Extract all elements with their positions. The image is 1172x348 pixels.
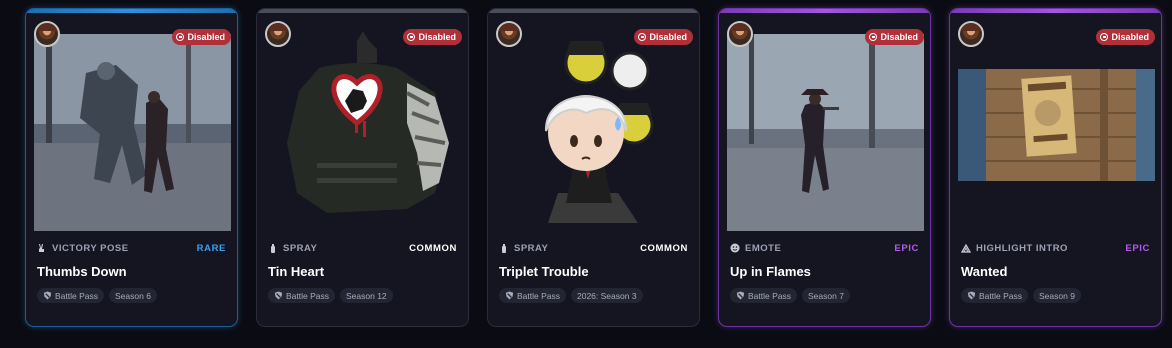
hero-avatar <box>34 21 60 47</box>
cosmetic-card[interactable]: Disabled SPRAY COMMON Tin Heart Battle P… <box>256 8 469 327</box>
item-preview <box>950 13 1161 231</box>
spray-can-icon <box>271 244 275 253</box>
shield-icon <box>967 291 976 300</box>
status-label: Disabled <box>880 32 918 42</box>
tag-season: Season 12 <box>340 288 393 303</box>
shield-icon <box>43 291 52 300</box>
card-info: SPRAY COMMON Tin Heart Battle Pass Seaso… <box>257 231 468 326</box>
card-info: EMOTE EPIC Up in Flames Battle Pass Seas… <box>719 231 930 326</box>
tag-battle-pass: Battle Pass <box>37 288 104 303</box>
highlight-intro-icon <box>961 243 971 253</box>
rarity-label: COMMON <box>409 242 457 254</box>
disabled-icon <box>869 33 878 41</box>
item-name: Wanted <box>961 264 1008 279</box>
hero-avatar <box>958 21 984 47</box>
item-type: VICTORY POSE <box>52 242 129 254</box>
status-label: Disabled <box>1111 32 1149 42</box>
status-badge: Disabled <box>1096 29 1155 45</box>
tag-season: 2026: Season 3 <box>571 288 643 303</box>
tag-season: Season 6 <box>109 288 157 303</box>
card-info: HIGHLIGHT INTRO EPIC Wanted Battle Pass … <box>950 231 1161 326</box>
item-type: EMOTE <box>745 242 782 254</box>
tag-battle-pass: Battle Pass <box>499 288 566 303</box>
hero-avatar <box>265 21 291 47</box>
item-type: HIGHLIGHT INTRO <box>976 242 1068 254</box>
shield-icon <box>274 291 283 300</box>
rarity-label: RARE <box>196 242 226 254</box>
shield-icon <box>736 291 745 300</box>
cosmetic-card[interactable]: Disabled VICTORY POSE RARE Thumbs Down B… <box>25 8 238 327</box>
hero-avatar <box>496 21 522 47</box>
spray-can-icon <box>502 244 506 253</box>
tag-battle-pass: Battle Pass <box>961 288 1028 303</box>
tag-season: Season 7 <box>802 288 850 303</box>
item-preview <box>257 13 468 231</box>
item-name: Thumbs Down <box>37 264 127 279</box>
victory-hand-icon <box>39 244 44 252</box>
tag-battle-pass: Battle Pass <box>268 288 335 303</box>
cosmetic-card[interactable]: Disabled SPRAY COMMON Triplet Trouble Ba… <box>487 8 700 327</box>
status-label: Disabled <box>418 32 456 42</box>
status-badge: Disabled <box>865 29 924 45</box>
item-type: SPRAY <box>283 242 318 254</box>
item-name: Up in Flames <box>730 264 811 279</box>
tag-season: Season 9 <box>1033 288 1081 303</box>
status-label: Disabled <box>187 32 225 42</box>
status-badge: Disabled <box>634 29 693 45</box>
item-type: SPRAY <box>514 242 549 254</box>
status-badge: Disabled <box>403 29 462 45</box>
shield-icon <box>505 291 514 300</box>
item-preview <box>488 13 699 231</box>
item-name: Tin Heart <box>268 264 325 279</box>
item-preview <box>26 13 237 231</box>
status-badge: Disabled <box>172 29 231 45</box>
disabled-icon <box>638 33 647 41</box>
cosmetic-card[interactable]: Disabled EMOTE EPIC Up in Flames Battle … <box>718 8 931 327</box>
hero-avatar <box>727 21 753 47</box>
tag-battle-pass: Battle Pass <box>730 288 797 303</box>
card-info: SPRAY COMMON Triplet Trouble Battle Pass… <box>488 231 699 326</box>
item-preview <box>719 13 930 231</box>
item-name: Triplet Trouble <box>499 264 589 279</box>
disabled-icon <box>1100 33 1109 41</box>
cosmetic-card[interactable]: Disabled HIGHLIGHT INTRO EPIC Wanted Bat… <box>949 8 1162 327</box>
cosmetics-grid: Disabled VICTORY POSE RARE Thumbs Down B… <box>25 8 1162 327</box>
rarity-label: EPIC <box>894 242 919 254</box>
rarity-label: COMMON <box>640 242 688 254</box>
disabled-icon <box>407 33 416 41</box>
emote-face-icon <box>730 243 740 253</box>
status-label: Disabled <box>649 32 687 42</box>
rarity-label: EPIC <box>1125 242 1150 254</box>
disabled-icon <box>176 33 185 41</box>
card-info: VICTORY POSE RARE Thumbs Down Battle Pas… <box>26 231 237 326</box>
